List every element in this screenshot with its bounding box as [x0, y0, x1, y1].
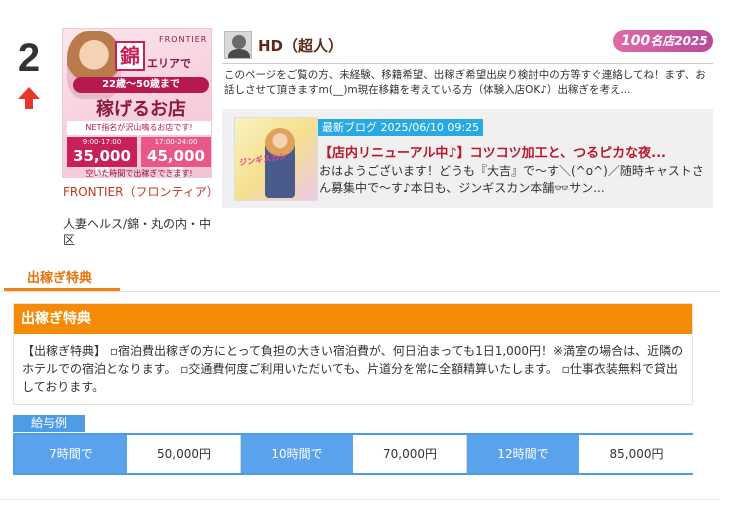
latest-blog-card[interactable]: ジンギスカン 最新ブログ 2025/06/10 09:25 【店内リニューアル中… — [222, 109, 713, 208]
salary-amount-cell: 85,000円 — [580, 435, 693, 473]
benefits-section: 出稼ぎ特典 【出稼ぎ特典】 ▫宿泊費出稼ぎの方にとって負担の大きい宿泊費が、何日… — [13, 303, 693, 405]
meiten-badge-text: 名店2025 — [650, 34, 708, 48]
rank-up-arrow-icon — [18, 87, 40, 109]
banner-slogan: 稼げるお店 — [96, 99, 186, 120]
rank-number: 2 — [17, 36, 41, 80]
benefits-section-body: 【出稼ぎ特典】 ▫宿泊費出稼ぎの方にとって負担の大きい宿泊費が、何日泊まっても1… — [22, 344, 684, 394]
shop-name[interactable]: FRONTIER（フロンティア） — [63, 184, 219, 200]
banner-pay-night-time: 17:00-24:00 — [154, 138, 198, 146]
staff-name[interactable]: HD（超人） — [258, 35, 343, 56]
benefits-section-title: 出稼ぎ特典 — [14, 304, 692, 334]
salary-hours-cell: 12時間で — [467, 435, 580, 473]
salary-example-tag: 給与例 — [13, 415, 85, 432]
banner-brand: FRONTIER — [159, 35, 208, 44]
banner-pay-day: 9:00-17:00 35,000円 — [67, 137, 137, 177]
banner-pay-night: 17:00-24:00 45,000円 — [141, 137, 211, 177]
bottom-divider — [0, 499, 720, 500]
tab-divider — [0, 291, 720, 292]
shop-name-link[interactable]: FRONTIER（フロンティア） — [63, 185, 219, 199]
banner-age: 22歳〜50歳まで — [73, 77, 209, 93]
shop-banner[interactable]: FRONTIER 錦 エリアで 22歳〜50歳まで 稼げるお店 NET指名が沢山… — [62, 28, 212, 178]
staff-message: このページをご覧の方、未経験、移籍希望、出稼ぎ希望出戻り検討中の方等すぐ連絡して… — [224, 69, 706, 96]
staff-avatar[interactable] — [224, 31, 252, 59]
blog-excerpt: おはようございます！どうも『大吉』で〜す＼(^o^)／随時キャストさん募集中で〜… — [319, 164, 704, 195]
banner-pay-day-time: 9:00-17:00 — [82, 138, 122, 146]
avatar-body — [228, 49, 250, 58]
blog-thumbnail[interactable]: ジンギスカン — [234, 117, 318, 201]
blog-date-tag: 最新ブログ 2025/06/10 09:25 — [318, 119, 484, 136]
tab-dekasegi-tokuten[interactable]: 出稼ぎ特典 — [0, 262, 120, 292]
banner-footer: 空いた時間で出稼ぎできます! — [85, 169, 193, 178]
salary-hours-cell: 7時間で — [15, 435, 128, 473]
blog-title[interactable]: 【店内リニューアル中♪】コツコツ加工と、つるピカな夜... — [319, 142, 709, 161]
salary-table: 7時間で 50,000円 10時間で 70,000円 12時間で 85,000円 — [13, 433, 693, 475]
banner-kanji: 錦 — [115, 41, 145, 71]
meiten-badge: 100名店2025 — [613, 30, 713, 52]
banner-net-text: NET指名が沢山鳴るお店です! — [67, 121, 211, 135]
shop-category: 人妻ヘルス/錦・丸の内・中区 — [63, 217, 212, 247]
avatar-head — [232, 35, 246, 49]
tab-label: 出稼ぎ特典 — [27, 271, 93, 286]
salary-amount-cell: 50,000円 — [128, 435, 241, 473]
meiten-badge-number: 100 — [621, 33, 651, 49]
banner-area-text: エリアで — [147, 57, 191, 70]
salary-hours-cell: 10時間で — [241, 435, 354, 473]
staff-divider — [222, 63, 713, 64]
salary-amount-cell: 70,000円 — [354, 435, 467, 473]
